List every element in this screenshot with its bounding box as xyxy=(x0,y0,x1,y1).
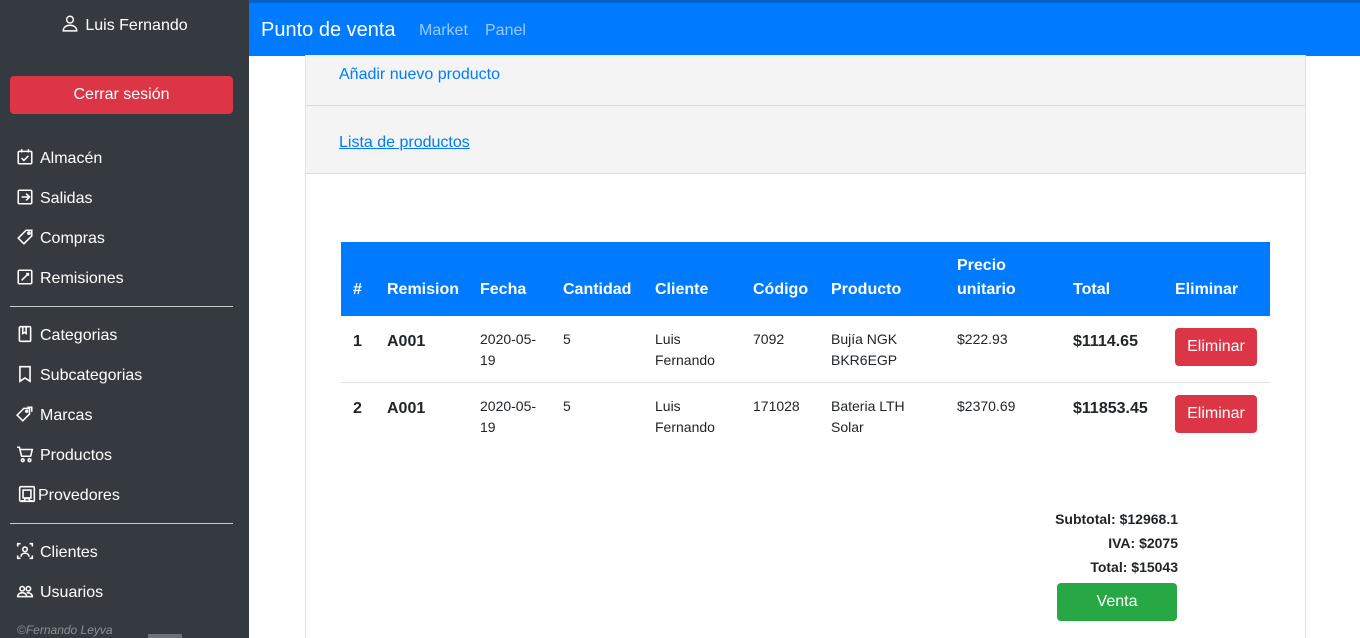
cell-cliente: Luis Fernando xyxy=(655,398,715,435)
sidebar-item-label: Categorias xyxy=(40,327,118,344)
cell-cantidad: 5 xyxy=(563,398,571,414)
cell-codigo: 171028 xyxy=(753,398,800,414)
top-navbar: Punto de venta Market Panel xyxy=(249,0,1360,56)
column-header: Cantidad xyxy=(563,281,632,298)
sidebar-item-label: Marcas xyxy=(40,407,93,424)
sidebar-footer: ©Fernando Leyva xyxy=(17,623,113,637)
cell-num: 2 xyxy=(353,400,362,417)
sidebar-scrollbar[interactable] xyxy=(148,634,182,638)
exit-icon xyxy=(16,188,34,211)
delete-button[interactable]: Eliminar xyxy=(1175,395,1257,433)
cell-total: $11853.45 xyxy=(1073,400,1148,417)
sidebar-user: Luis Fernando xyxy=(0,14,249,37)
cell-cliente: Luis Fernando xyxy=(655,331,715,368)
sidebar: Luis Fernando Cerrar sesión Almacén Sali… xyxy=(0,0,249,638)
sidebar-user-name: Luis Fernando xyxy=(85,16,188,34)
column-header: Eliminar xyxy=(1175,281,1239,298)
column-header: Producto xyxy=(831,281,902,298)
person-badge-icon xyxy=(16,542,34,565)
tags-icon xyxy=(16,405,34,428)
cell-cantidad: 5 xyxy=(563,331,571,347)
sidebar-item-label: Salidas xyxy=(40,190,93,207)
column-header: Precio unitario xyxy=(957,257,1016,298)
delete-button[interactable]: Eliminar xyxy=(1175,328,1257,366)
sidebar-item-label: Productos xyxy=(40,447,113,464)
cell-producto: Bateria LTH Solar xyxy=(831,398,905,435)
sidebar-item-productos[interactable]: Productos xyxy=(16,443,112,469)
column-header: Código xyxy=(753,281,809,298)
add-product-link[interactable]: Añadir nuevo producto xyxy=(339,66,500,84)
navbar-brand[interactable]: Punto de venta xyxy=(261,19,396,42)
sidebar-item-label: Remisiones xyxy=(40,270,124,287)
sidebar-item-label: Clientes xyxy=(40,544,98,561)
iva-text: IVA: $2075 xyxy=(1108,535,1178,551)
calendar-icon xyxy=(16,148,34,171)
sidebar-item-compras[interactable]: Compras xyxy=(16,226,105,252)
tag-icon xyxy=(16,228,34,251)
cell-producto: Bujía NGK BKR6EGP xyxy=(831,331,898,368)
column-header: Cliente xyxy=(655,281,709,298)
cart-icon xyxy=(16,445,34,468)
sidebar-divider xyxy=(10,306,233,307)
subtotal-text: Subtotal: $12968.1 xyxy=(1055,511,1178,527)
sidebar-item-usuarios[interactable]: Usuarios xyxy=(16,580,103,606)
sidebar-item-remisiones[interactable]: Remisiones xyxy=(16,266,124,292)
column-header: # xyxy=(353,281,362,298)
cell-precio: $222.93 xyxy=(957,331,1008,347)
cell-codigo: 7092 xyxy=(753,331,785,347)
cell-remision: A001 xyxy=(387,333,426,350)
nav-link-market[interactable]: Market xyxy=(419,22,468,40)
column-header: Fecha xyxy=(480,281,527,298)
table-header: # Remision Fecha Cantidad Cliente Código… xyxy=(341,242,1270,316)
cell-precio: $2370.69 xyxy=(957,398,1016,414)
venta-button[interactable]: Venta xyxy=(1057,583,1177,621)
sidebar-item-subcategorias[interactable]: Subcategorias xyxy=(16,363,142,389)
bookmark-icon xyxy=(16,365,34,388)
sidebar-item-clientes[interactable]: Clientes xyxy=(16,540,98,566)
cell-total: $1114.65 xyxy=(1073,333,1138,350)
sidebar-item-label: Almacén xyxy=(40,150,103,167)
column-header: Remision xyxy=(387,281,460,298)
column-header: Total xyxy=(1073,281,1111,298)
sidebar-item-label: Compras xyxy=(40,230,105,247)
sidebar-item-label: Usuarios xyxy=(40,584,104,601)
edit-icon xyxy=(16,268,34,291)
person-icon xyxy=(61,14,79,37)
sidebar-item-label: Subcategorias xyxy=(40,367,143,384)
cell-fecha: 2020-05-19 xyxy=(480,331,537,368)
logout-button[interactable]: Cerrar sesión xyxy=(10,76,233,114)
cell-fecha: 2020-05-19 xyxy=(480,398,537,435)
sidebar-item-label: Provedores xyxy=(38,487,120,504)
sidebar-item-salidas[interactable]: Salidas xyxy=(16,186,92,212)
nav-link-panel[interactable]: Panel xyxy=(485,22,526,40)
people-icon xyxy=(16,582,34,605)
book-icon xyxy=(16,325,34,348)
sidebar-item-categorias[interactable]: Categorias xyxy=(16,323,117,349)
total-text: Total: $15043 xyxy=(1090,559,1178,575)
sidebar-item-almacen[interactable]: Almacén xyxy=(16,146,102,172)
contact-icon xyxy=(18,485,36,508)
cell-num: 1 xyxy=(353,333,362,350)
sidebar-item-provedores[interactable]: Provedores xyxy=(18,483,120,509)
sidebar-divider xyxy=(10,523,233,524)
sidebar-item-marcas[interactable]: Marcas xyxy=(16,403,92,429)
product-list-link[interactable]: Lista de productos xyxy=(339,134,470,152)
row-divider xyxy=(341,382,1270,383)
cell-remision: A001 xyxy=(387,400,426,417)
